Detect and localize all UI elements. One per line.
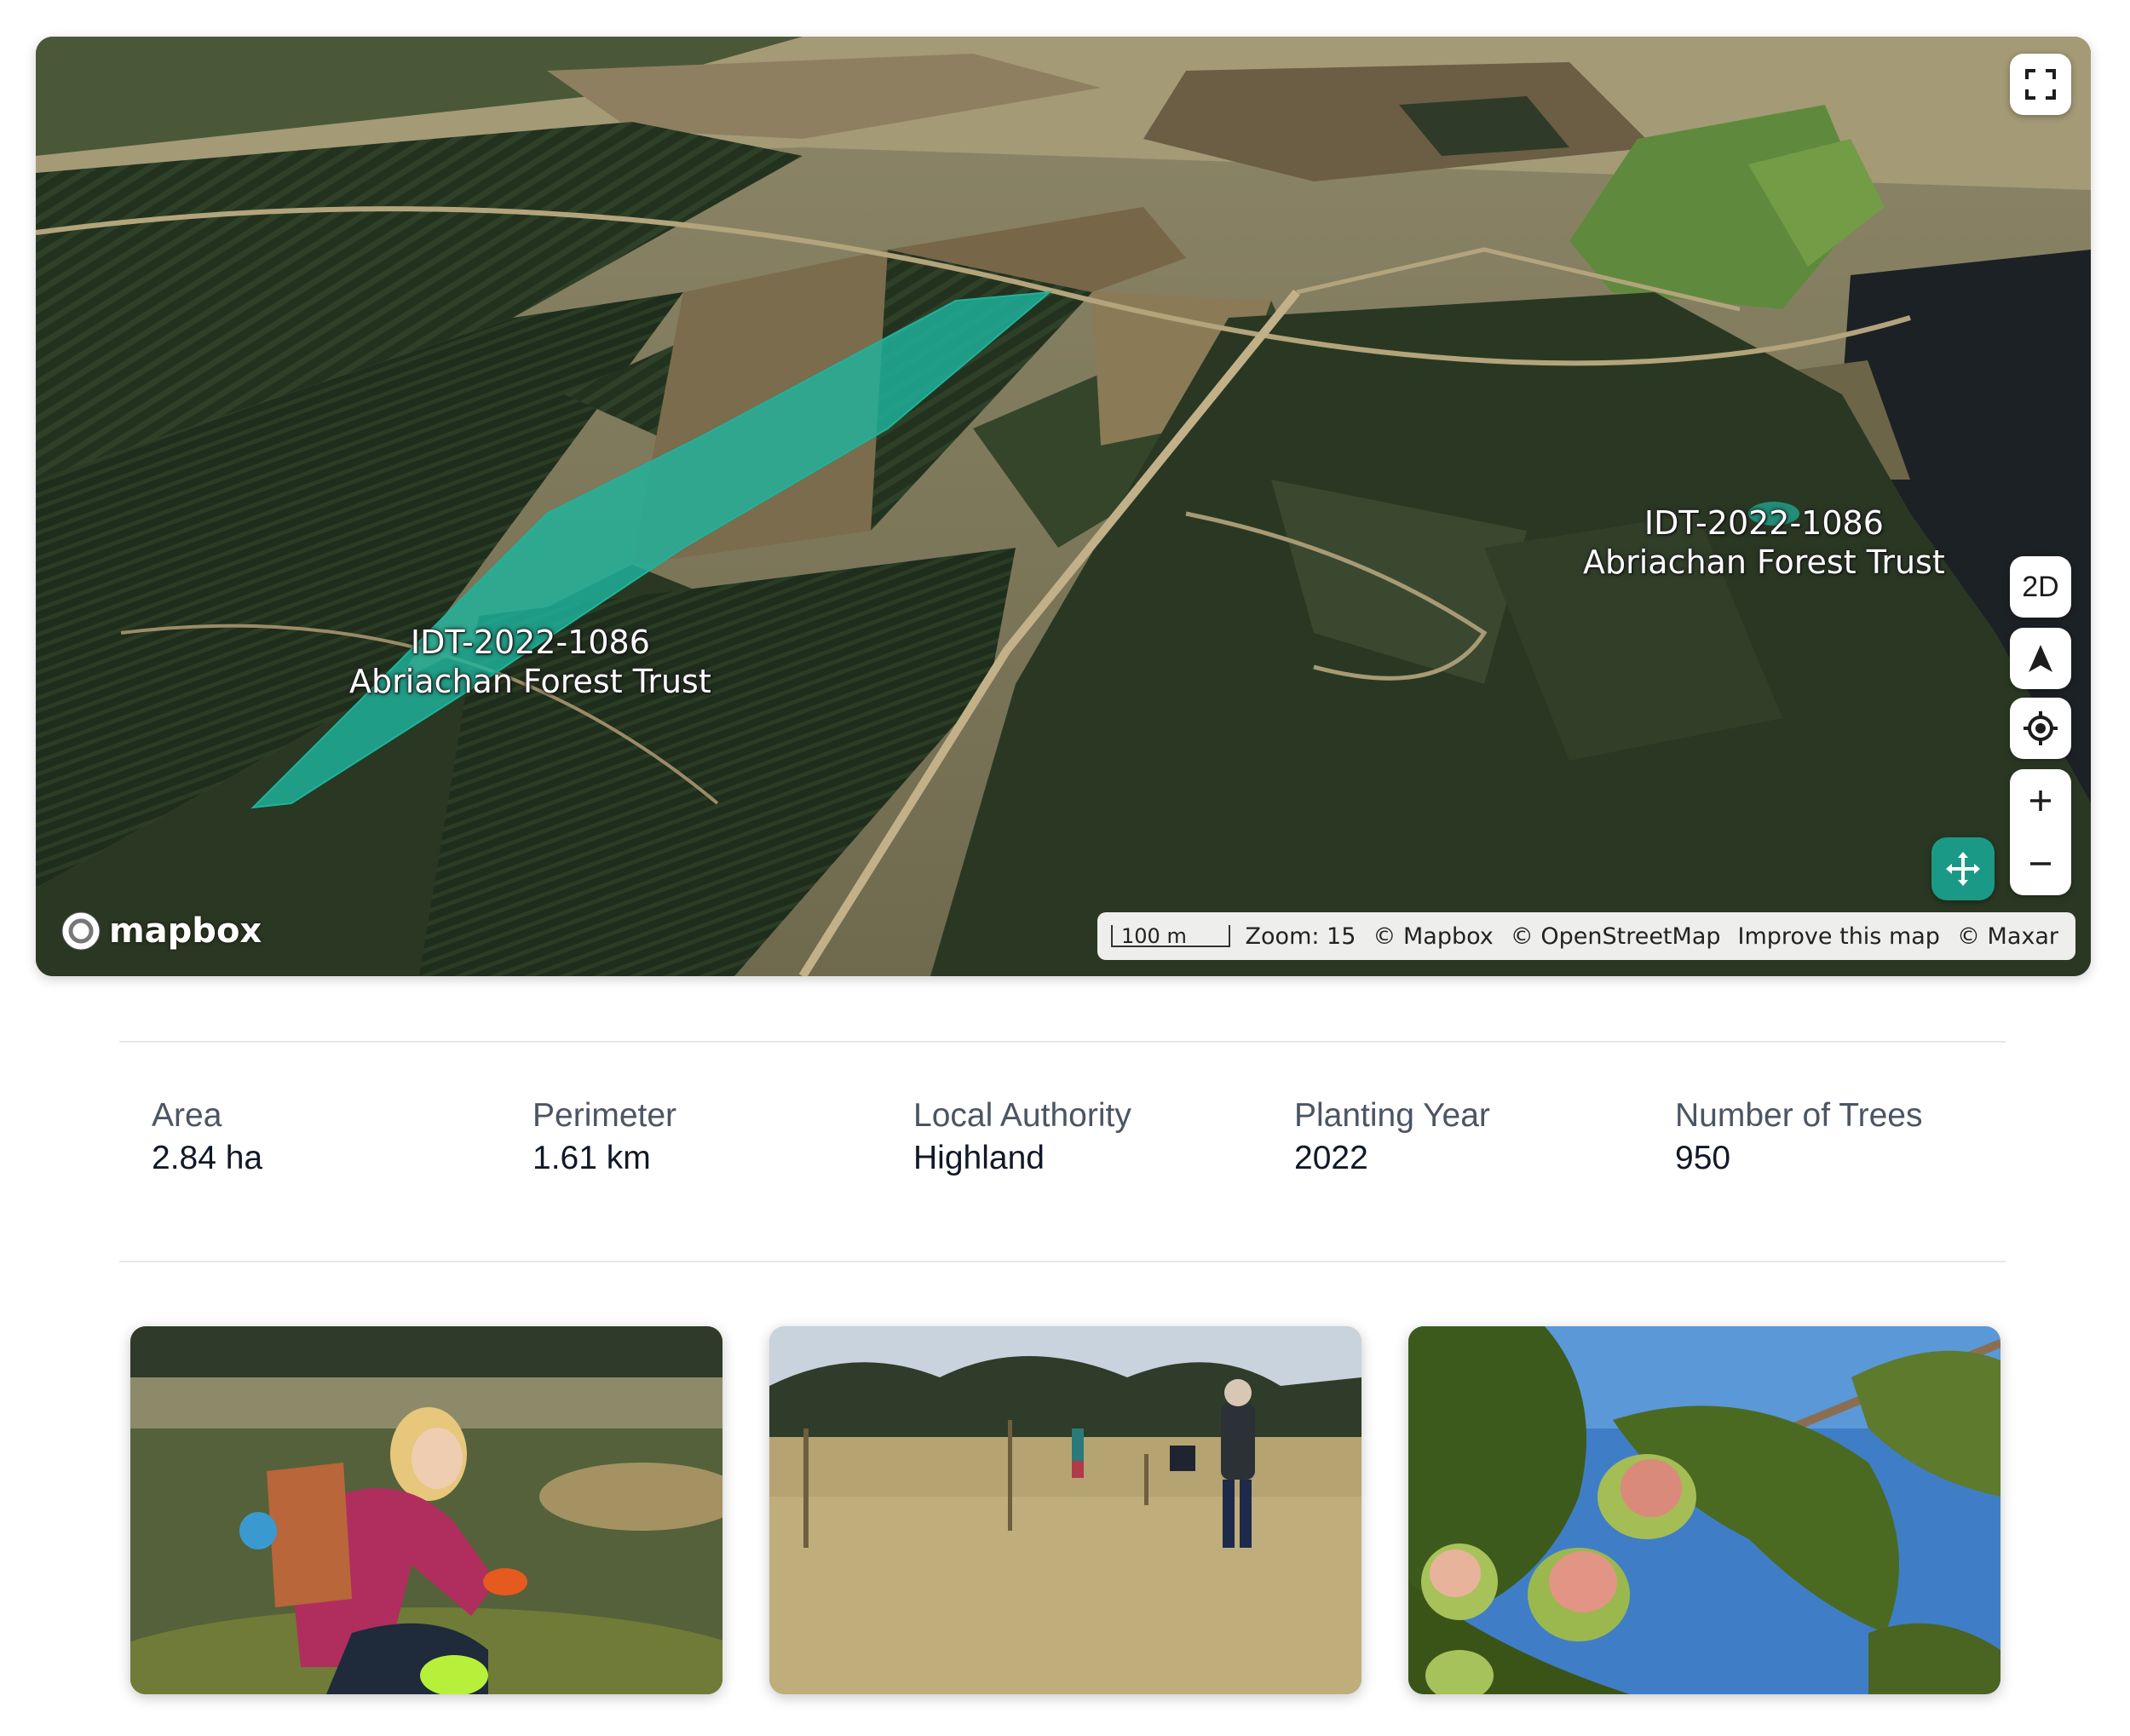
crosshair-icon — [2024, 711, 2058, 745]
photo-image — [769, 1326, 1361, 1694]
hazelnut-branch-photo[interactable] — [1408, 1326, 2000, 1694]
polygon-label: IDT-2022-1086 Abriachan Forest Trust — [1583, 504, 1945, 581]
stat-number-of-trees: Number of Trees 950 — [1675, 1095, 1922, 1180]
navigation-arrow-icon — [2029, 645, 2052, 672]
volunteer-planting-photo[interactable] — [130, 1326, 722, 1694]
polygon-label: IDT-2022-1086 Abriachan Forest Trust — [349, 624, 711, 700]
stat-label: Planting Year — [1294, 1097, 1490, 1134]
stat-label: Local Authority — [913, 1097, 1131, 1134]
scale-label: 100 m — [1121, 924, 1187, 948]
map-attribution-bar: 100 m Zoom: 15 © Mapbox © OpenStreetMap … — [1097, 912, 2075, 960]
locate-button[interactable] — [2010, 698, 2071, 759]
fullscreen-icon — [2025, 69, 2056, 100]
attribution-maxar-link[interactable]: © Maxar — [1957, 923, 2058, 950]
stat-label: Number of Trees — [1675, 1097, 1923, 1134]
divider-top — [119, 1041, 2006, 1043]
improve-map-link[interactable]: Improve this map — [1738, 923, 1940, 950]
stat-area: Area 2.84 ha — [152, 1095, 262, 1180]
stat-value: Highland — [913, 1140, 1045, 1176]
move-arrows-icon — [1946, 852, 1980, 886]
zoom-out-button[interactable] — [2010, 832, 2071, 895]
planting-site-field-photo[interactable] — [769, 1326, 1361, 1694]
stat-value: 1.61 km — [532, 1140, 651, 1176]
site-stats: Area 2.84 ha Perimeter 1.61 km Local Aut… — [152, 1095, 2060, 1188]
attribution-mapbox-link[interactable]: © Mapbox — [1373, 923, 1493, 950]
attribution-osm-link[interactable]: © OpenStreetMap — [1511, 923, 1721, 950]
zoom-control — [2010, 769, 2071, 895]
zoom-in-button[interactable] — [2010, 769, 2071, 832]
zoom-readout: Zoom: 15 — [1245, 923, 1356, 950]
recenter-button[interactable] — [1931, 837, 1995, 900]
stat-value: 950 — [1675, 1140, 1731, 1176]
compass-button[interactable] — [2010, 628, 2071, 689]
stat-value: 2.84 ha — [152, 1140, 263, 1176]
plus-icon — [2030, 790, 2051, 811]
mapbox-logo-icon — [61, 911, 101, 951]
view-toggle-button[interactable]: 2D — [2010, 556, 2071, 618]
stat-local-authority: Local Authority Highland — [913, 1095, 1131, 1180]
mapbox-logo-text: mapbox — [109, 911, 262, 951]
mapbox-logo[interactable]: mapbox — [60, 910, 262, 952]
photo-image — [130, 1326, 722, 1694]
divider-bottom — [119, 1261, 2006, 1262]
fullscreen-button[interactable] — [2010, 54, 2071, 115]
stat-value: 2022 — [1294, 1140, 1368, 1176]
stat-planting-year: Planting Year 2022 — [1294, 1095, 1490, 1180]
view-toggle-label: 2D — [2022, 570, 2059, 603]
scale-bar: 100 m — [1111, 925, 1230, 947]
stat-label: Area — [152, 1097, 222, 1134]
stat-label: Perimeter — [532, 1097, 677, 1134]
minus-icon — [2030, 862, 2051, 865]
photo-image — [1408, 1326, 2000, 1694]
map-view[interactable]: IDT-2022-1086 Abriachan Forest Trust IDT… — [36, 37, 2091, 976]
stat-perimeter: Perimeter 1.61 km — [532, 1095, 676, 1180]
